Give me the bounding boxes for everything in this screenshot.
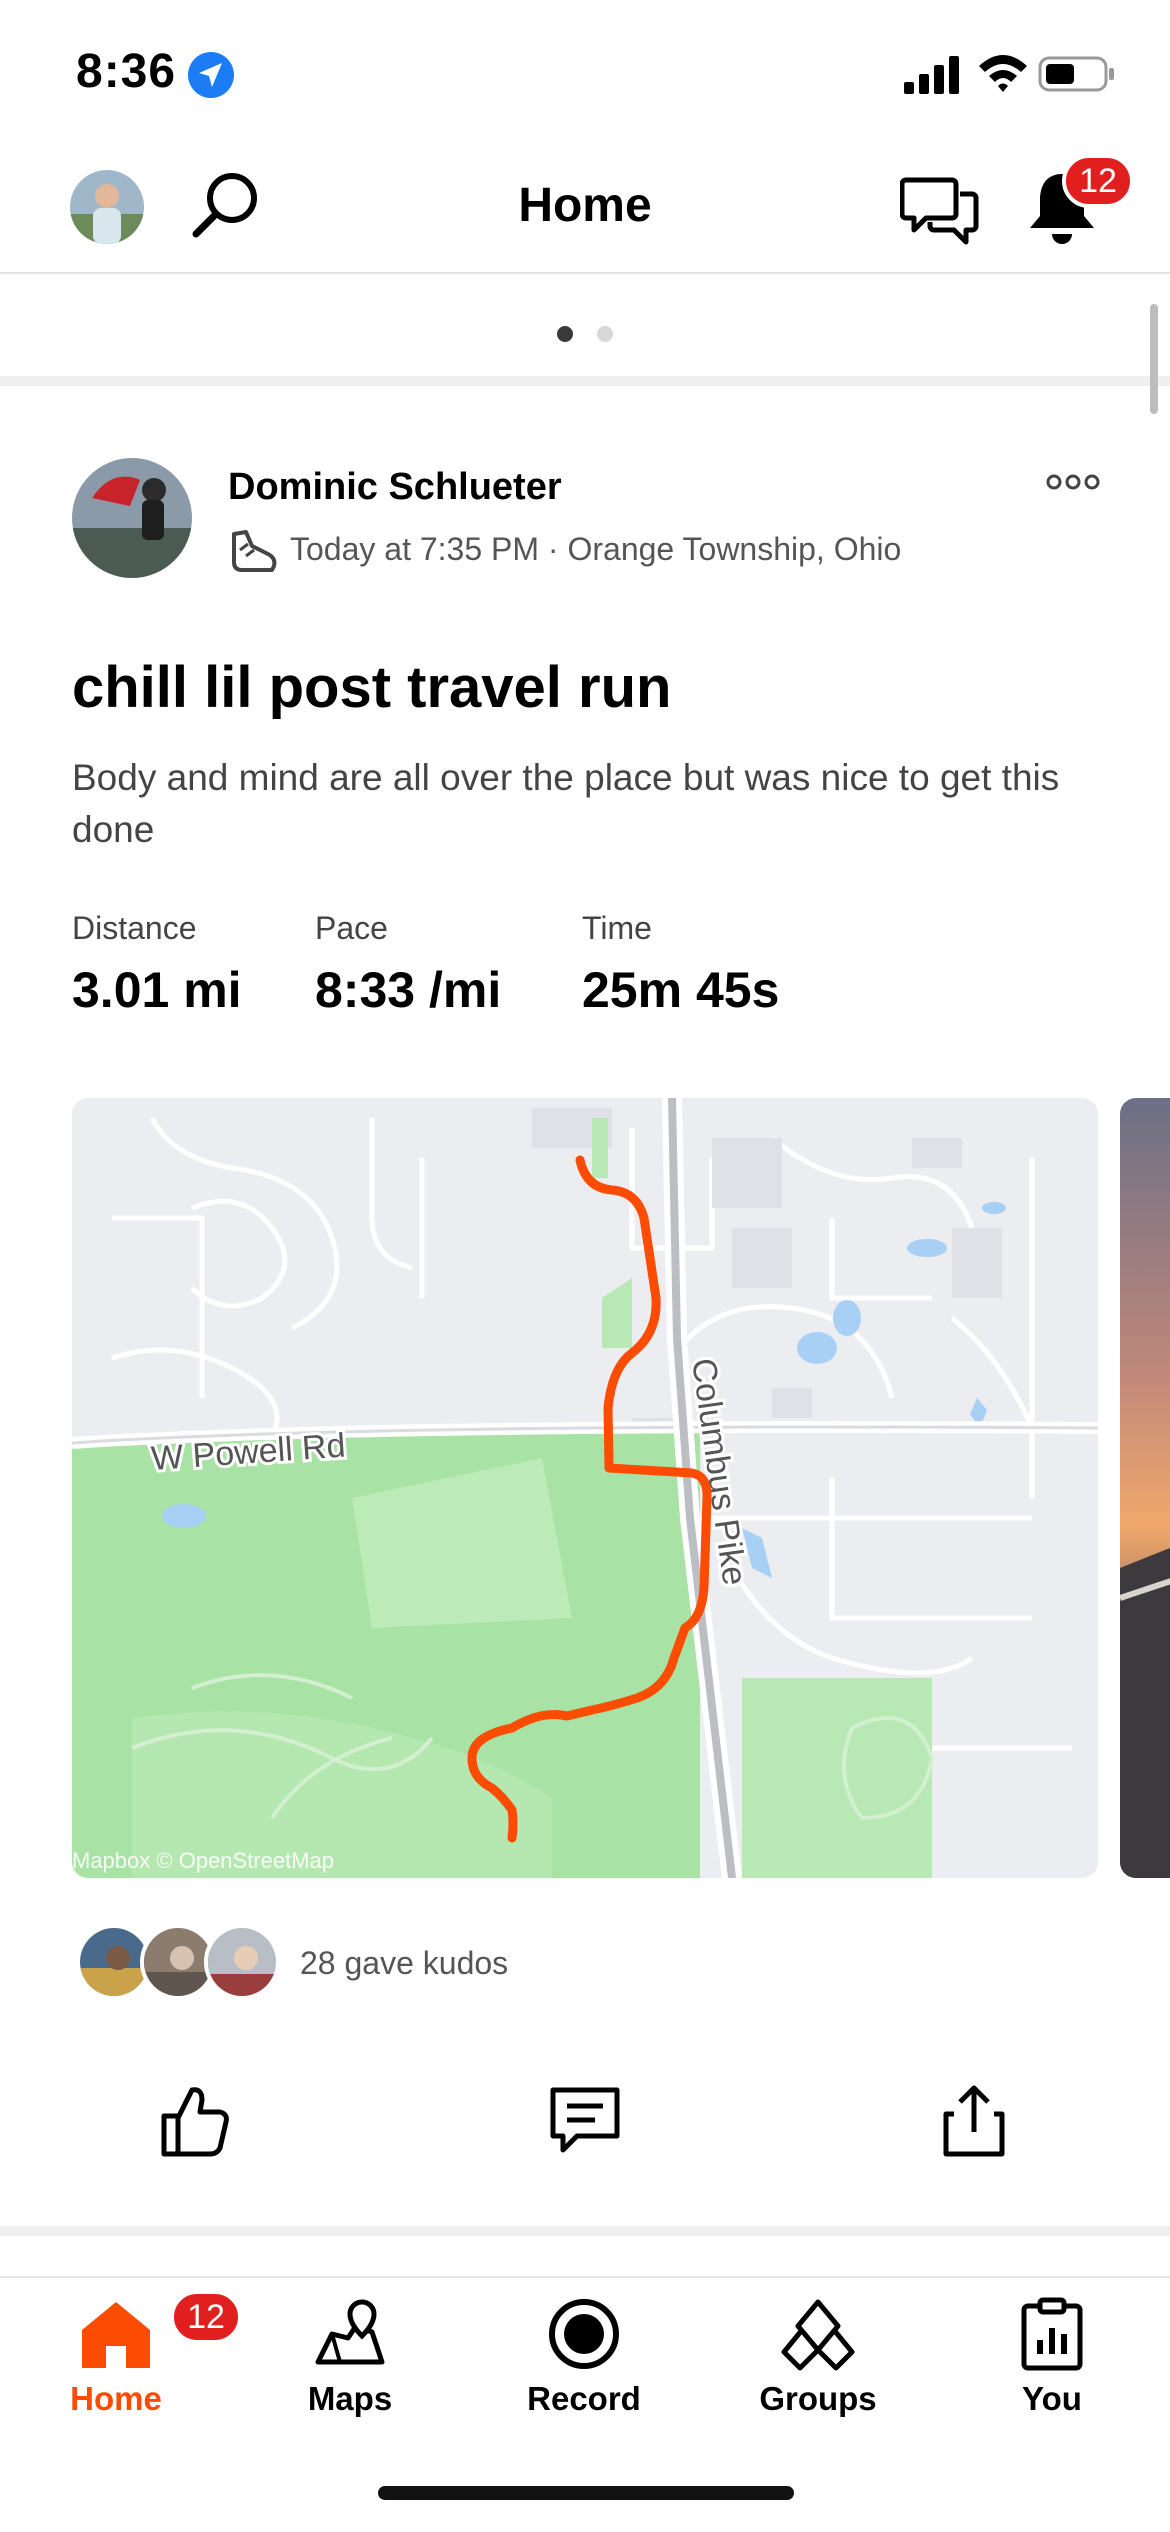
status-bar: 8:36 xyxy=(0,0,1170,150)
stat-label: Distance xyxy=(72,910,197,946)
pager-dot-active[interactable] xyxy=(557,326,573,342)
home-icon xyxy=(82,2302,150,2368)
section-divider xyxy=(0,376,1170,386)
stat-value: 25m 45s xyxy=(582,962,780,1018)
activity-title[interactable]: chill lil post travel run xyxy=(72,654,671,721)
status-time: 8:36 xyxy=(76,45,177,98)
tab-groups[interactable]: Groups xyxy=(738,2278,898,2428)
stat-label: Pace xyxy=(315,910,388,946)
post-timestamp-location: Today at 7:35 PM · Orange Township, Ohio xyxy=(290,530,902,567)
route-map[interactable]: W Powell Rd Columbus Pike Mapbox © OpenS… xyxy=(72,1098,1098,1878)
tab-label: Home xyxy=(70,2380,162,2417)
messages-icon[interactable] xyxy=(900,172,980,248)
share-icon[interactable] xyxy=(934,2080,1014,2160)
athlete-avatar[interactable] xyxy=(72,458,192,578)
next-photo-preview[interactable] xyxy=(1120,1098,1170,1878)
kudos-thumbs-up-icon[interactable] xyxy=(154,2080,234,2160)
scrollbar[interactable] xyxy=(1150,304,1158,414)
running-shoe-icon xyxy=(232,530,277,572)
home-indicator[interactable] xyxy=(378,2486,794,2500)
battery-icon xyxy=(1038,56,1114,92)
stat-value: 8:33 /mi xyxy=(315,962,502,1018)
comment-icon[interactable] xyxy=(545,2080,625,2160)
tab-label: Groups xyxy=(759,2380,877,2417)
tab-you[interactable]: You xyxy=(972,2278,1132,2428)
maps-icon xyxy=(315,2299,385,2365)
tab-home[interactable]: Home 12 xyxy=(36,2278,242,2428)
activity-description: Body and mind are all over the place but… xyxy=(72,757,1060,850)
page-title: Home xyxy=(518,179,652,232)
app-header: Home 12 xyxy=(0,150,1170,274)
stat-time: Time 25m 45s xyxy=(582,910,779,1019)
section-divider xyxy=(0,2226,1170,2236)
record-icon xyxy=(549,2299,619,2369)
more-options-icon[interactable] xyxy=(1046,470,1100,494)
groups-icon xyxy=(781,2299,855,2371)
location-arrow-icon xyxy=(188,52,234,98)
tab-label: Maps xyxy=(307,2380,393,2417)
kudos-avatar[interactable] xyxy=(204,1924,280,2000)
kudos-count[interactable]: 28 gave kudos xyxy=(300,1945,508,1982)
tab-maps[interactable]: Maps xyxy=(270,2278,430,2428)
home-badge: 12 xyxy=(170,2290,242,2344)
stat-pace: Pace 8:33 /mi xyxy=(315,910,501,1019)
tab-record[interactable]: Record xyxy=(504,2278,664,2428)
notification-count-badge: 12 xyxy=(1062,154,1134,208)
tab-label: Record xyxy=(527,2380,641,2417)
stat-distance: Distance 3.01 mi xyxy=(72,910,242,1019)
map-attribution: Mapbox © OpenStreetMap xyxy=(72,1848,334,1873)
stat-label: Time xyxy=(582,910,652,946)
cellular-signal-icon xyxy=(904,56,959,94)
wifi-icon xyxy=(979,55,1027,92)
carousel-pager xyxy=(0,276,1170,382)
stat-value: 3.01 mi xyxy=(72,962,242,1018)
post-meta: Today at 7:35 PM · Orange Township, Ohio xyxy=(228,524,901,574)
pager-dot[interactable] xyxy=(597,326,613,342)
athlete-name[interactable]: Dominic Schlueter xyxy=(228,466,562,509)
tab-label: You xyxy=(1022,2380,1082,2417)
clipboard-chart-icon xyxy=(1021,2297,1083,2371)
